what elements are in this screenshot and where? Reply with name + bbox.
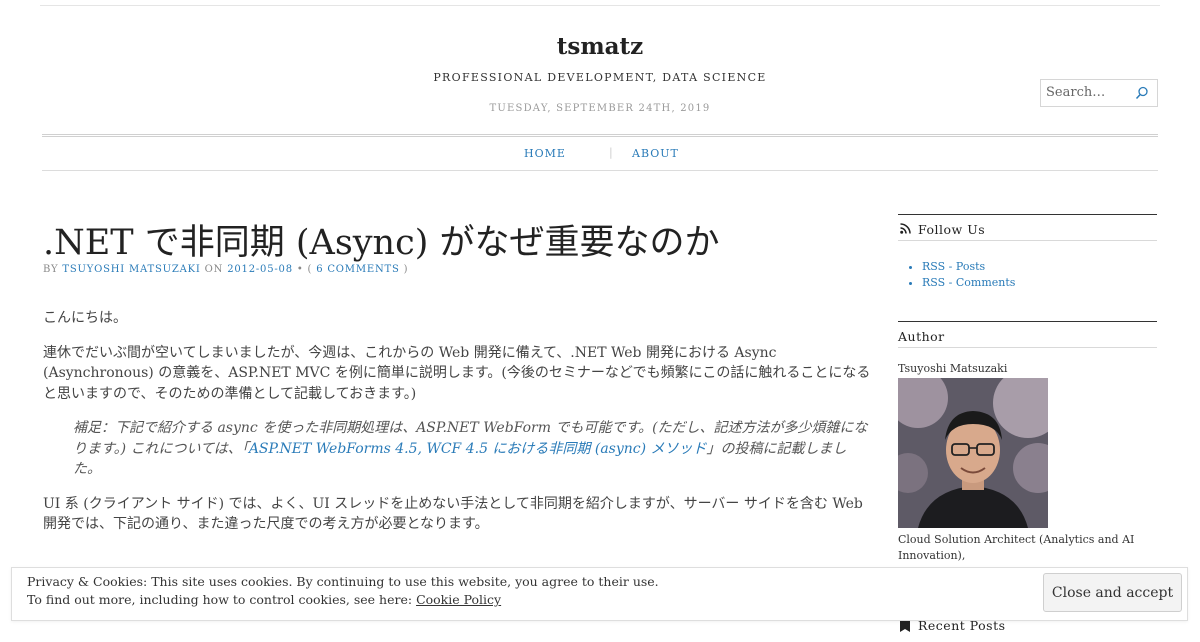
cookie-text-more: To find out more, including how to contr… [27, 592, 501, 607]
follow-widget-title: Follow Us [898, 214, 1157, 241]
cookie-more-text: To find out more, including how to contr… [27, 592, 413, 607]
post-paragraph: 連休でだいぶ間が空いてしまいましたが、今週は、これからの Web 開発に備えて、… [43, 344, 871, 402]
post-content: こんにちは。 連休でだいぶ間が空いてしまいましたが、今週は、これからの Web … [43, 308, 873, 549]
header-date: TUESDAY, SEPTEMBER 24TH, 2019 [489, 103, 711, 114]
meta-by: BY [43, 264, 59, 275]
main-navigation: HOME | ABOUT [42, 134, 1158, 171]
cookie-banner: Privacy & Cookies: This site uses cookie… [11, 567, 1188, 621]
rss-comments-link[interactable]: RSS - Comments [922, 276, 1015, 289]
author-photo [898, 378, 1048, 528]
recent-posts-icon [900, 620, 910, 632]
author-name: Tsuyoshi Matsuzaki [898, 362, 1008, 375]
search-input[interactable] [1046, 85, 1134, 100]
meta-on: ON [204, 264, 224, 275]
site-title[interactable]: tsmatz [0, 33, 1200, 60]
list-item: RSS - Posts [922, 259, 1015, 275]
follow-list: RSS - Posts RSS - Comments [904, 259, 1015, 291]
author-title-text: Author [898, 329, 945, 344]
post-date-link[interactable]: 2012-05-08 [227, 264, 293, 275]
nav-about[interactable]: ABOUT [632, 147, 679, 160]
search-icon[interactable] [1135, 86, 1149, 100]
post-paragraph: UI 系 (クライアント サイド) では、よく、UI スレッドを止めない手法とし… [43, 495, 863, 533]
nav-home[interactable]: HOME [524, 147, 566, 160]
cookie-policy-link[interactable]: Cookie Policy [416, 592, 501, 607]
close-and-accept-button[interactable]: Close and accept [1043, 573, 1182, 612]
post-quote: 補足：下記で紹介する async を使った非同期処理は、ASP.NET WebF… [73, 418, 873, 480]
nav-separator: | [609, 146, 613, 159]
author-widget-title: Author [898, 321, 1157, 348]
post-title[interactable]: .NET で非同期 (Async) がなぜ重要なのか [43, 214, 720, 265]
follow-title-text: Follow Us [918, 222, 986, 237]
author-role: Cloud Solution Architect (Analytics and … [898, 533, 1135, 562]
top-divider [40, 5, 1160, 6]
post-meta: BY TSUYOSHI MATSUZAKI ON 2012-05-08 • ( … [43, 264, 408, 275]
meta-open-paren: ( [307, 264, 313, 275]
author-photo-image [898, 378, 1048, 528]
post-author-link[interactable]: TSUYOSHI MATSUZAKI [62, 264, 200, 275]
cookie-text: Privacy & Cookies: This site uses cookie… [27, 574, 659, 589]
post-paragraph: こんにちは。 [43, 310, 127, 326]
search-box[interactable] [1040, 79, 1158, 107]
meta-bullet: • [296, 264, 304, 275]
quote-link[interactable]: ASP.NET WebForms 4.5, WCF 4.5 における非同期 (a… [249, 441, 707, 457]
rss-posts-link[interactable]: RSS - Posts [922, 260, 985, 273]
rss-icon [900, 223, 911, 234]
site-tagline: PROFESSIONAL DEVELOPMENT, DATA SCIENCE [433, 71, 767, 84]
meta-close-paren: ) [403, 264, 409, 275]
post-comments-link[interactable]: 6 COMMENTS [316, 264, 399, 275]
list-item: RSS - Comments [922, 275, 1015, 291]
